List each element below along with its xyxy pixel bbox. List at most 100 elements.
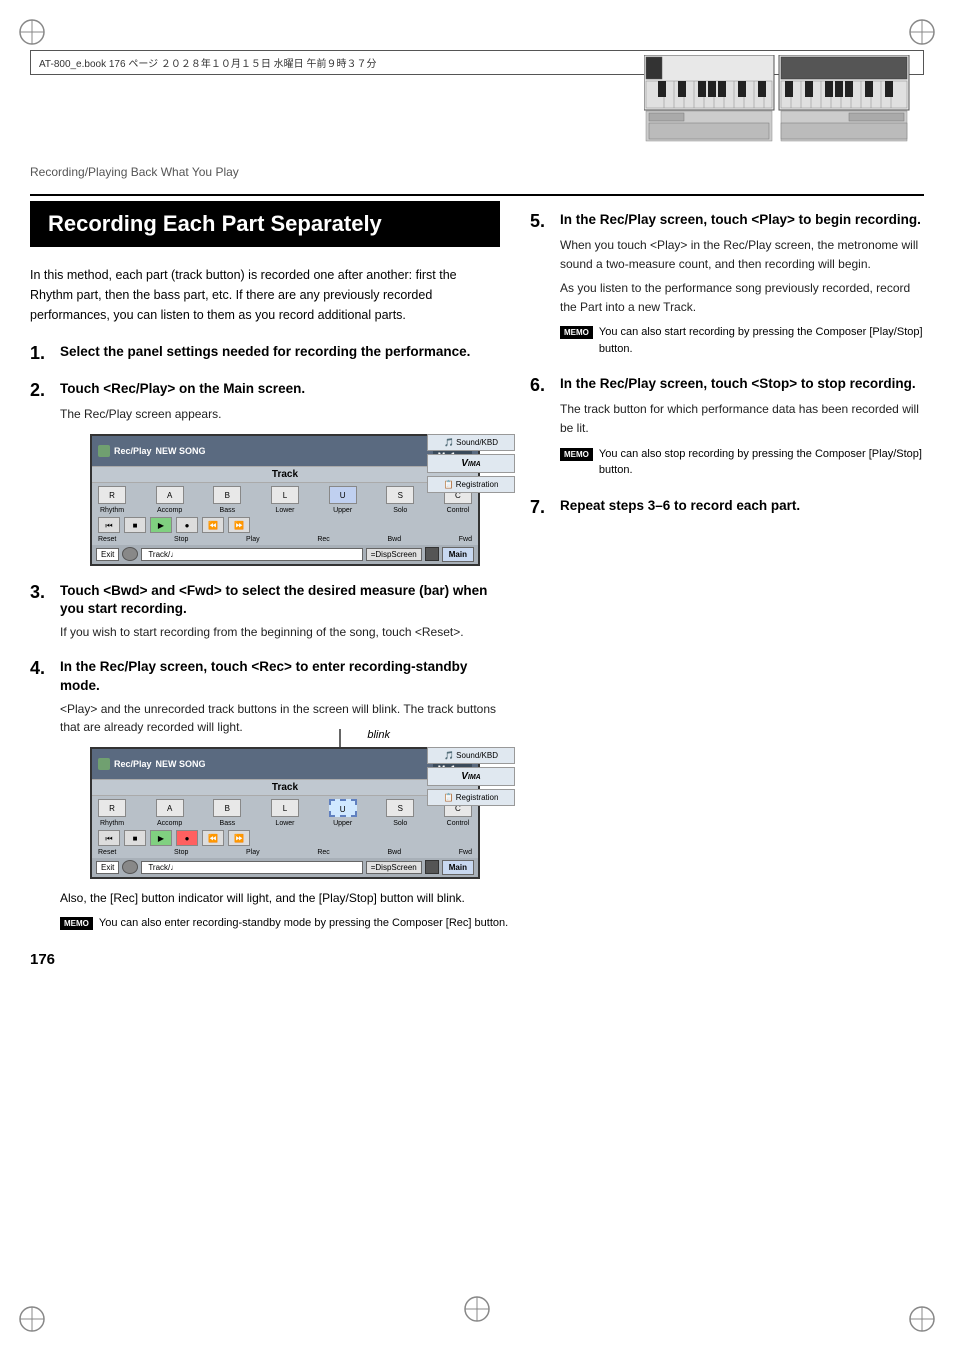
screen1-registration[interactable]: 📋 Registration: [427, 476, 515, 493]
screen2-btn-a[interactable]: A: [156, 799, 184, 817]
step-2-number: 2.: [30, 380, 52, 401]
screen2-btn-r[interactable]: R: [98, 799, 126, 817]
screen1-btn-u[interactable]: U: [329, 486, 357, 504]
screen2-btn-b[interactable]: B: [213, 799, 241, 817]
screen1-lbl-play: Play: [246, 536, 260, 543]
screen2-label-s: Solo: [386, 820, 414, 827]
screen2-label-b: Bass: [213, 820, 241, 827]
screen1-sound-kbd[interactable]: 🎵 Sound/KBD: [427, 434, 515, 451]
right-column: 5. In the Rec/Play screen, touch <Play> …: [530, 201, 924, 968]
step-2-desc: The Rec/Play screen appears.: [60, 405, 510, 424]
screen1-ctrl-fwd[interactable]: ⏩: [228, 517, 250, 533]
step-5-title: In the Rec/Play screen, touch <Play> to …: [560, 211, 921, 230]
corner-mark-br: [908, 1305, 936, 1333]
screen2-btn-u[interactable]: U: [329, 799, 357, 817]
screen2-lbl-play: Play: [246, 849, 260, 856]
screen1-lbl-fwd: Fwd: [459, 536, 472, 543]
screen1-track: Track: [92, 466, 478, 483]
screen1-exit[interactable]: Exit: [96, 548, 119, 561]
step-3-title: Touch <Bwd> and <Fwd> to select the desi…: [60, 582, 510, 620]
screen1-icon: [425, 547, 439, 561]
screen-1-mockup: Rec/Play NEW SONG ♩=130 M: 1 Track: [90, 434, 480, 566]
screen2-icon: [425, 860, 439, 874]
screen2-track-selector[interactable]: Track/♩: [141, 861, 362, 874]
step-2-title: Touch <Rec/Play> on the Main screen.: [60, 380, 305, 399]
screen1-disp[interactable]: =DispScreen: [366, 548, 422, 561]
step-7-number: 7.: [530, 497, 552, 518]
screen2-ctrl-stop[interactable]: ■: [124, 830, 146, 846]
screen2-ctrl-reset[interactable]: ⏮: [98, 830, 120, 846]
screen1-track-selector[interactable]: Track/♩: [141, 548, 362, 561]
screen1-btn-b[interactable]: B: [213, 486, 241, 504]
screen1-btn-s[interactable]: S: [386, 486, 414, 504]
corner-mark-tl: [18, 18, 46, 46]
memo-5-text: You can also start recording by pressing…: [599, 324, 924, 357]
screen1-label-a: Accomp: [156, 507, 184, 514]
step-5-number: 5.: [530, 211, 552, 232]
page-number: 176: [30, 951, 510, 968]
step-7: 7. Repeat steps 3–6 to record each part.: [530, 497, 924, 518]
step-3: 3. Touch <Bwd> and <Fwd> to select the d…: [30, 582, 510, 642]
screen1-btn-a[interactable]: A: [156, 486, 184, 504]
memo-badge-rec: MEMO: [60, 917, 93, 930]
screen2-ctrl-rec[interactable]: ●: [176, 830, 198, 846]
section-title: Recording/Playing Back What You Play: [30, 165, 924, 179]
step-4-desc: <Play> and the unrecorded track buttons …: [60, 700, 510, 737]
step-7-title: Repeat steps 3–6 to record each part.: [560, 497, 800, 516]
screen2-title: Rec/Play: [114, 759, 152, 769]
screen1-right-panel: 🎵 Sound/KBD VIMA 📋 Registration: [427, 434, 515, 493]
screen2-ctrl-play[interactable]: ▶: [150, 830, 172, 846]
screen2-lbl-reset: Reset: [98, 849, 116, 856]
section-divider: [30, 194, 924, 196]
screen2-btn-l[interactable]: L: [271, 799, 299, 817]
screen2-ctrl-bwd[interactable]: ⏪: [202, 830, 224, 846]
screen1-btn-l[interactable]: L: [271, 486, 299, 504]
screen1-title: Rec/Play: [114, 446, 152, 456]
keyboard-image: [644, 55, 914, 145]
screen2-label-c: Control: [444, 820, 472, 827]
screen1-ctrl-reset[interactable]: ⏮: [98, 517, 120, 533]
step-5-desc2: As you listen to the performance song pr…: [560, 279, 924, 316]
memo-6-box: MEMO You can also stop recording by pres…: [560, 446, 924, 479]
screen2-exit[interactable]: Exit: [96, 861, 119, 874]
screen2-lbl-rec: Rec: [317, 849, 329, 856]
screen1-btn-r[interactable]: R: [98, 486, 126, 504]
screen2-ctrl-fwd[interactable]: ⏩: [228, 830, 250, 846]
screen2-lbl-bwd: Bwd: [387, 849, 401, 856]
step-1-title: Select the panel settings needed for rec…: [60, 343, 470, 362]
screen2-circle: [122, 860, 138, 874]
step-6-title: In the Rec/Play screen, touch <Stop> to …: [560, 375, 916, 394]
screen2-registration[interactable]: 📋 Registration: [427, 789, 515, 806]
memo-badge-6: MEMO: [560, 448, 593, 461]
screen2-disp[interactable]: =DispScreen: [366, 861, 422, 874]
screen2-right-panel: 🎵 Sound/KBD VIMA 📋 Registration: [427, 747, 515, 806]
screen1-circle: [122, 547, 138, 561]
step-5: 5. In the Rec/Play screen, touch <Play> …: [530, 211, 924, 357]
step-5-desc1: When you touch <Play> in the Rec/Play sc…: [560, 236, 924, 273]
step-6-number: 6.: [530, 375, 552, 396]
screen1-main[interactable]: Main: [442, 547, 474, 562]
screen1-vima[interactable]: VIMA: [427, 454, 515, 473]
screen1-lbl-bwd: Bwd: [387, 536, 401, 543]
file-info: AT-800_e.book 176 ページ ２０２８年１０月１５日 水曜日 午前…: [39, 59, 376, 70]
screen2-btn-s[interactable]: S: [386, 799, 414, 817]
step-3-desc: If you wish to start recording from the …: [60, 623, 510, 642]
step-3-number: 3.: [30, 582, 52, 603]
screen1-ctrl-play[interactable]: ▶: [150, 517, 172, 533]
screen1-song: NEW SONG: [156, 446, 206, 456]
screen2-vima[interactable]: VIMA: [427, 767, 515, 786]
screen2-label-a: Accomp: [156, 820, 184, 827]
screen2-main[interactable]: Main: [442, 860, 474, 875]
screen1-ctrl-rec[interactable]: ●: [176, 517, 198, 533]
also-text: Also, the [Rec] button indicator will li…: [60, 889, 480, 907]
screen2-sound-kbd[interactable]: 🎵 Sound/KBD: [427, 747, 515, 764]
step-6-desc1: The track button for which performance d…: [560, 400, 924, 437]
step-1: 1. Select the panel settings needed for …: [30, 343, 510, 364]
corner-mark-bl: [18, 1305, 46, 1333]
screen1-ctrl-bwd[interactable]: ⏪: [202, 517, 224, 533]
screen2-label-r: Rhythm: [98, 820, 126, 827]
screen2-track: Track: [92, 779, 478, 796]
screen1-label-s: Solo: [386, 507, 414, 514]
screen1-lbl-reset: Reset: [98, 536, 116, 543]
screen1-ctrl-stop[interactable]: ■: [124, 517, 146, 533]
